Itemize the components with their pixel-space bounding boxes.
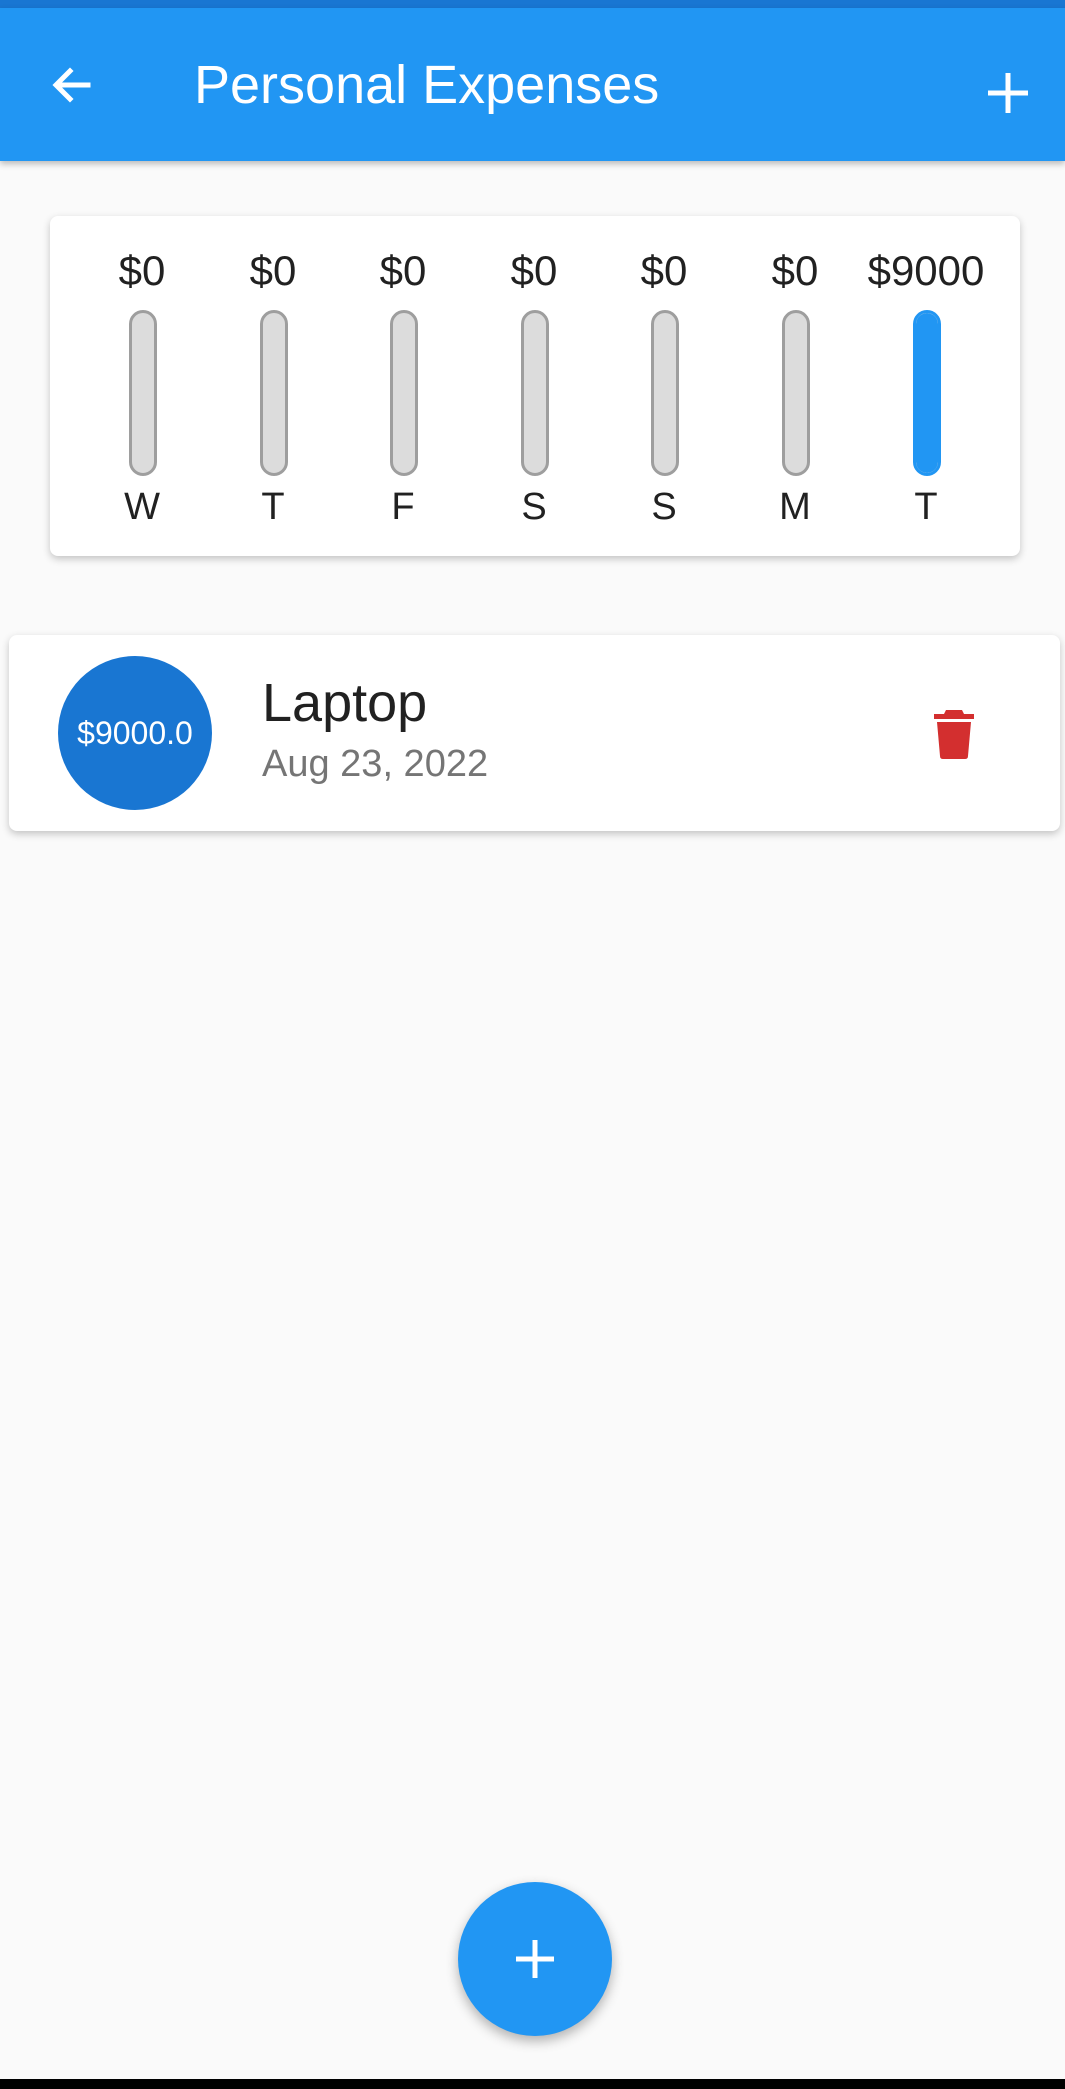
- transaction-date: Aug 23, 2022: [262, 743, 489, 785]
- bar-amount-label: $0: [249, 247, 297, 294]
- bar-fill: [916, 313, 938, 473]
- plus-icon: [516, 1940, 554, 1978]
- bar-amount-label: $0: [510, 247, 558, 294]
- bar-amount-label: $0: [118, 247, 166, 294]
- bar-track: [390, 310, 418, 476]
- bar-day-label: M: [779, 486, 811, 528]
- chart-bar: $0 W: [77, 216, 207, 556]
- amount-avatar: $9000.0: [58, 656, 212, 810]
- chart-bar: $0 F: [338, 216, 468, 556]
- chart-bar: $0 S: [599, 216, 729, 556]
- bar-day-label: S: [651, 486, 677, 528]
- add-transaction-fab[interactable]: [458, 1882, 612, 2036]
- bar-amount-label: $0: [379, 247, 427, 294]
- status-bar: [0, 0, 1065, 8]
- back-button[interactable]: [30, 43, 114, 127]
- app-bar: Personal Expenses: [0, 8, 1065, 161]
- chart-bar: $0 S: [469, 216, 599, 556]
- bar-track: [521, 310, 549, 476]
- bar-track: [913, 310, 941, 476]
- bar-day-label: F: [391, 486, 415, 528]
- bar-day-label: S: [521, 486, 547, 528]
- navigation-bar: [0, 2079, 1065, 2089]
- bar-amount-label: $9000: [867, 247, 985, 294]
- bar-day-label: T: [914, 486, 938, 528]
- chart-bar: $0 M: [730, 216, 860, 556]
- plus-icon: [988, 73, 1028, 113]
- bar-day-label: W: [124, 486, 160, 528]
- bar-amount-label: $0: [640, 247, 688, 294]
- transaction-amount: $9000.0: [77, 714, 193, 751]
- bar-track: [260, 310, 288, 476]
- transaction-title: Laptop: [262, 673, 428, 733]
- weekly-chart: $0 W $0 T $0 F $0 S $0 S $0 M $9000 T: [50, 216, 1020, 556]
- chart-bar: $0 T: [208, 216, 338, 556]
- chart-bar: $9000 T: [861, 216, 991, 556]
- bar-amount-label: $0: [771, 247, 819, 294]
- transaction-list-item: $9000.0 Laptop Aug 23, 2022: [9, 635, 1060, 831]
- delete-transaction-button[interactable]: [909, 689, 999, 779]
- bar-day-label: T: [261, 486, 285, 528]
- page-title: Personal Expenses: [194, 55, 660, 115]
- trash-icon: [934, 710, 974, 759]
- bar-track: [651, 310, 679, 476]
- add-transaction-button[interactable]: [966, 51, 1050, 135]
- bar-track: [782, 310, 810, 476]
- bar-track: [129, 310, 157, 476]
- arrow-left-icon: [52, 67, 91, 103]
